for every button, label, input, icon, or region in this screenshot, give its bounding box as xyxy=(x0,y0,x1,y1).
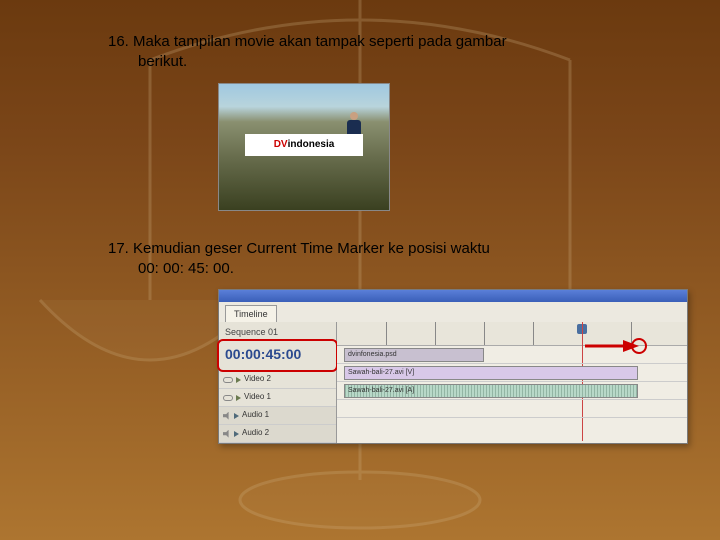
track-header-audio1[interactable]: Audio 1 xyxy=(219,407,336,425)
track-label: Audio 1 xyxy=(242,410,269,421)
track-row-video1[interactable]: Sawah-bali-27.avi [V] xyxy=(337,364,687,382)
track-row-audio2[interactable] xyxy=(337,400,687,418)
clip-audio[interactable]: Sawah-bali-27.avi [A] xyxy=(344,384,638,398)
watermark-bar: DVindonesia xyxy=(245,134,363,156)
track-header-audio2[interactable]: Audio 2 xyxy=(219,425,336,443)
sequence-tab[interactable]: Sequence 01 xyxy=(219,322,336,341)
speaker-icon[interactable] xyxy=(223,412,231,420)
speaker-icon[interactable] xyxy=(223,430,231,438)
timeline-titlebar xyxy=(219,290,687,302)
track-label: Video 1 xyxy=(244,392,271,403)
eye-icon[interactable] xyxy=(223,377,233,383)
step-17-text: 17. Kemudian geser Current Time Marker k… xyxy=(108,239,588,280)
clip-title-psd[interactable]: dvinfonesia.psd xyxy=(344,348,484,362)
time-ruler[interactable] xyxy=(337,322,687,346)
track-row-audio1[interactable]: Sawah-bali-27.avi [A] xyxy=(337,382,687,400)
track-label: Audio 2 xyxy=(242,428,269,439)
track-header-video2[interactable]: Video 2 xyxy=(219,371,336,389)
timeline-panel: Timeline Sequence 01 00:00:45:00 Video 2 xyxy=(218,289,688,444)
track-header-video1[interactable]: Video 1 xyxy=(219,389,336,407)
clip-video[interactable]: Sawah-bali-27.avi [V] xyxy=(344,366,638,380)
expand-icon[interactable] xyxy=(234,431,239,437)
expand-icon[interactable] xyxy=(236,395,241,401)
timeline-window-tab: Timeline xyxy=(225,305,277,322)
current-timecode-display[interactable]: 00:00:45:00 xyxy=(219,341,336,371)
watermark-prefix: DV xyxy=(274,138,288,152)
eye-icon[interactable] xyxy=(223,395,233,401)
expand-icon[interactable] xyxy=(234,413,239,419)
track-row-video2[interactable]: dvinfonesia.psd xyxy=(337,346,687,364)
movie-preview-image: DVindonesia xyxy=(218,83,390,211)
step-16-text: 16. Maka tampilan movie akan tampak sepe… xyxy=(108,32,588,73)
track-label: Video 2 xyxy=(244,374,271,385)
timeline-track-header-column: Sequence 01 00:00:45:00 Video 2 Video 1 xyxy=(219,322,337,443)
timeline-track-area[interactable]: dvinfonesia.psd Sawah-bali-27.avi [V] Sa… xyxy=(337,322,687,443)
expand-icon[interactable] xyxy=(236,377,241,383)
watermark-suffix: indonesia xyxy=(288,138,335,152)
